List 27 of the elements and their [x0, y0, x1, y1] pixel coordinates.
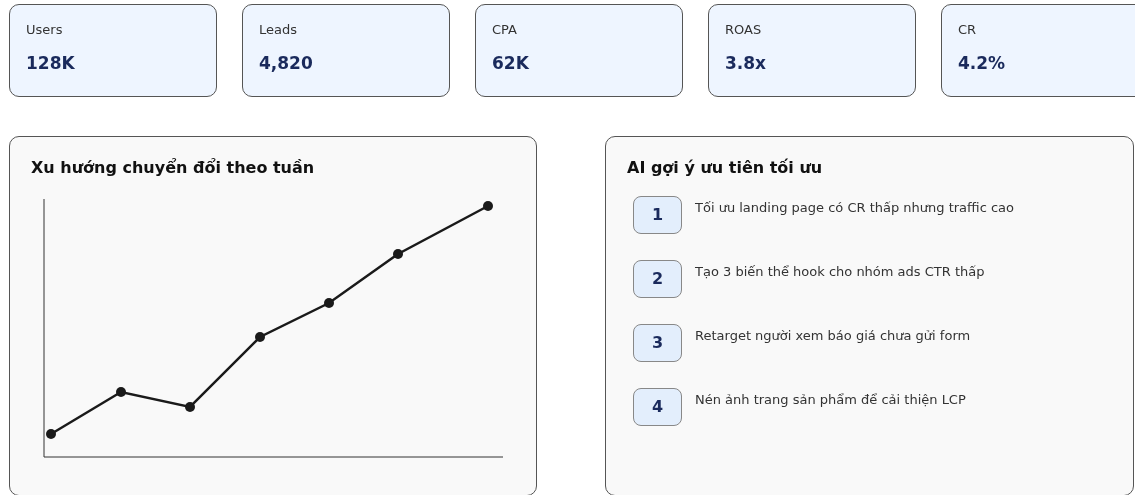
kpi-label: Leads: [259, 22, 298, 38]
suggestion-text: Tạo 3 biến thể hook cho nhóm ads CTR thấp: [695, 263, 985, 280]
rank-badge: 3: [633, 324, 682, 362]
kpi-value: 128K: [26, 53, 76, 73]
suggestion-text: Tối ưu landing page có CR thấp nhưng traffic cao: [695, 199, 1014, 216]
rank-badge: 1: [633, 196, 682, 234]
panel-title: Xu hướng chuyển đổi theo tuần: [31, 157, 316, 179]
data-point: [46, 429, 56, 439]
kpi-label: Users: [26, 22, 64, 38]
data-point: [255, 332, 265, 342]
kpi-value: 4,820: [259, 53, 314, 73]
kpi-label: CPA: [492, 22, 518, 38]
kpi-label: ROAS: [725, 22, 763, 38]
data-point: [393, 249, 403, 259]
kpi-value: 3.8x: [725, 53, 768, 73]
data-point: [324, 298, 334, 308]
rank-badge: 2: [633, 260, 682, 298]
kpi-label: CR: [958, 22, 978, 38]
data-point: [483, 201, 493, 211]
data-point: [116, 387, 126, 397]
data-point: [185, 402, 195, 412]
suggestion-text: Retarget người xem báo giá chưa gửi form: [695, 327, 971, 344]
kpi-value: 4.2%: [958, 53, 1007, 73]
panel-title: AI gợi ý ưu tiên tối ưu: [627, 157, 824, 179]
rank-badge: 4: [633, 388, 682, 426]
suggestion-text: Nén ảnh trang sản phẩm để cải thiện LCP: [695, 391, 966, 408]
kpi-value: 62K: [492, 53, 530, 73]
